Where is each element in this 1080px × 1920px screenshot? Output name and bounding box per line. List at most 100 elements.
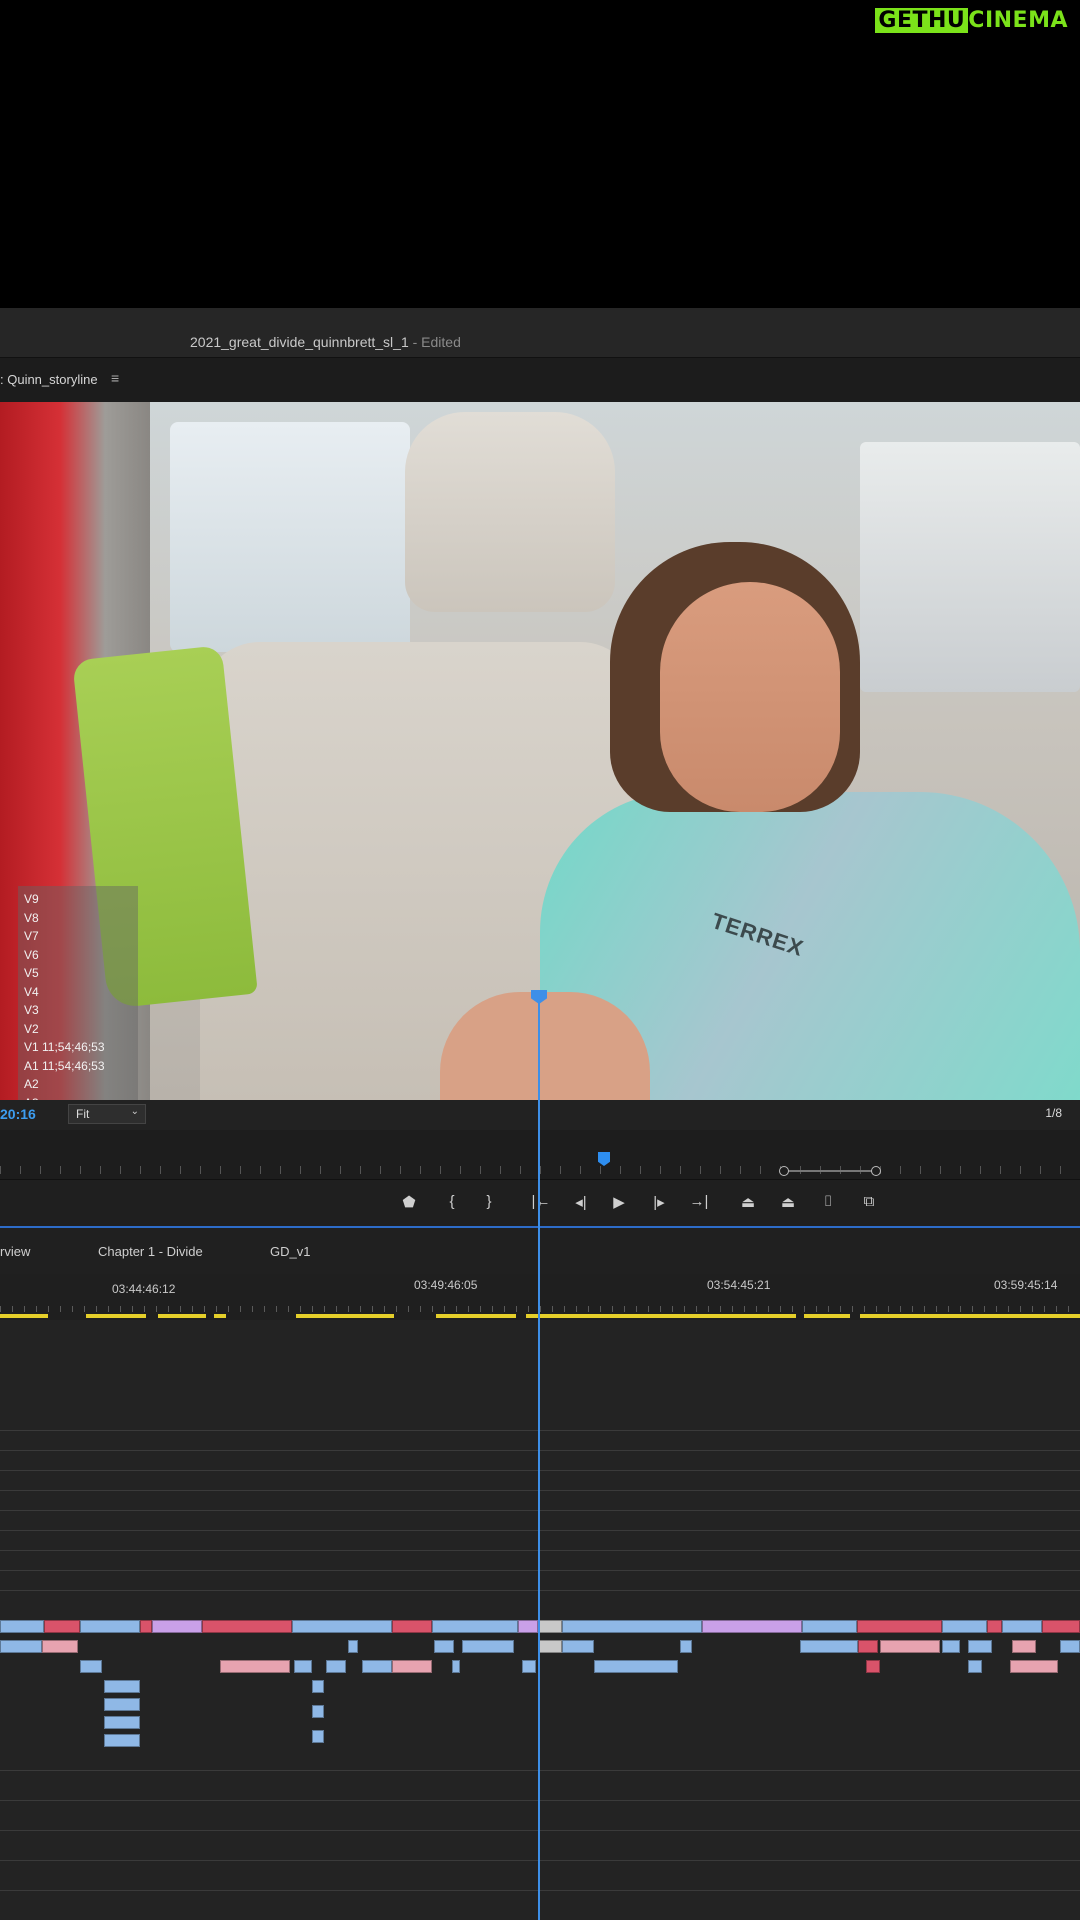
timeline-clip[interactable] xyxy=(392,1620,432,1633)
timeline-clip[interactable] xyxy=(312,1730,324,1743)
timeline-clip[interactable] xyxy=(802,1620,857,1633)
track-overlay-row: V4 xyxy=(24,984,39,999)
timeline-clip[interactable] xyxy=(702,1620,802,1633)
zoom-scroll-bar[interactable] xyxy=(779,1166,881,1176)
timeline-clip[interactable] xyxy=(104,1734,140,1747)
resolution-select[interactable]: 1/8 xyxy=(1045,1106,1062,1120)
timeline-clip[interactable] xyxy=(1002,1620,1042,1633)
timeline-clip[interactable] xyxy=(522,1660,536,1673)
timeline-clip[interactable] xyxy=(44,1620,80,1633)
track-overlay-row: V9 xyxy=(24,892,39,906)
sequence-label[interactable]: : Quinn_storyline xyxy=(0,372,98,387)
sequence-tab[interactable]: rview xyxy=(0,1244,30,1259)
render-bar xyxy=(860,1314,1080,1318)
timeline-clip[interactable] xyxy=(152,1620,202,1633)
timeline-clip[interactable] xyxy=(518,1620,538,1633)
monitor-control-bar: 20:16 Fit ⌄ 1/8 xyxy=(0,1100,1080,1130)
timeline-clip[interactable] xyxy=(432,1620,518,1633)
mark-in-icon[interactable]: { xyxy=(441,1193,463,1210)
export-frame-icon[interactable]: ⌷ xyxy=(817,1193,839,1210)
sequence-tab[interactable]: Chapter 1 - Divide xyxy=(98,1244,203,1259)
timeline-clip[interactable] xyxy=(220,1660,290,1673)
timeline-clip[interactable] xyxy=(942,1640,960,1653)
timeline-clip[interactable] xyxy=(857,1620,942,1633)
timeline-clip[interactable] xyxy=(80,1660,102,1673)
zoom-select[interactable]: Fit ⌄ xyxy=(68,1104,146,1124)
go-to-out-icon[interactable]: →| xyxy=(688,1193,710,1210)
track-overlay-row: V1 11;54;46;53 xyxy=(24,1040,105,1054)
timeline-playhead[interactable] xyxy=(538,1000,540,1920)
watermark-part1: GETHU xyxy=(875,8,969,33)
timeline-clip[interactable] xyxy=(680,1640,692,1653)
timeline-clip[interactable] xyxy=(866,1660,880,1673)
timeline-clip[interactable] xyxy=(1010,1660,1058,1673)
ruler-timecode: 03:49:46:05 xyxy=(414,1278,478,1292)
track-overlay-row: A2 xyxy=(24,1077,39,1091)
compare-view-icon[interactable]: ⧉ xyxy=(858,1193,880,1210)
timeline-clip[interactable] xyxy=(800,1640,858,1653)
extract-icon[interactable]: ⏏ xyxy=(777,1193,799,1211)
timeline-clip[interactable] xyxy=(312,1680,324,1693)
track-divider xyxy=(0,1530,1080,1531)
track-divider xyxy=(0,1770,1080,1771)
timeline-clip[interactable] xyxy=(968,1640,992,1653)
timeline-clip[interactable] xyxy=(538,1640,562,1653)
timeline-clip[interactable] xyxy=(292,1620,392,1633)
knee xyxy=(440,992,650,1100)
premiere-window: 2021_great_divide_quinnbrett_sl_1 - Edit… xyxy=(0,308,1080,1920)
track-divider xyxy=(0,1510,1080,1511)
panel-menu-icon[interactable]: ≡ xyxy=(111,370,119,386)
step-forward-icon[interactable]: |▸ xyxy=(648,1193,670,1211)
lift-icon[interactable]: ⏏ xyxy=(737,1193,759,1211)
transport-controls: ⬟ {} |← ◂| ▶ |▸ →| ⏏ ⏏ ⌷ ⧉ xyxy=(0,1180,1080,1228)
timeline-clip[interactable] xyxy=(42,1640,78,1653)
timeline-ruler[interactable]: 03:44:46:12 03:49:46:05 03:54:45:21 03:59:4… xyxy=(0,1274,1080,1320)
timeline-clip[interactable] xyxy=(104,1698,140,1711)
timeline-clip[interactable] xyxy=(294,1660,312,1673)
play-icon[interactable]: ▶ xyxy=(608,1193,630,1211)
title-bar: 2021_great_divide_quinnbrett_sl_1 - Edit… xyxy=(0,308,1080,358)
timeline-clip[interactable] xyxy=(202,1620,292,1633)
timeline-clip[interactable] xyxy=(362,1660,392,1673)
go-to-in-icon[interactable]: |← xyxy=(530,1193,552,1210)
timeline-clip[interactable] xyxy=(562,1620,702,1633)
timeline-clip[interactable] xyxy=(987,1620,1002,1633)
timeline-clip[interactable] xyxy=(434,1640,454,1653)
add-marker-icon[interactable]: ⬟ xyxy=(398,1193,420,1211)
timeline-clip[interactable] xyxy=(452,1660,460,1673)
sequence-tab[interactable]: GD_v1 xyxy=(270,1244,310,1259)
timeline-clip[interactable] xyxy=(104,1680,140,1693)
edited-flag: - Edited xyxy=(408,334,461,350)
timeline-clip[interactable] xyxy=(968,1660,982,1673)
playhead-timecode[interactable]: 20:16 xyxy=(0,1106,36,1122)
ruler-timecode: 03:59:45:14 xyxy=(994,1278,1058,1292)
timeline-clip[interactable] xyxy=(538,1620,562,1633)
playhead-marker-icon[interactable] xyxy=(598,1152,610,1166)
mark-out-icon[interactable]: } xyxy=(478,1193,500,1210)
timeline-clip[interactable] xyxy=(858,1640,878,1653)
monitor-scrubber[interactable] xyxy=(0,1130,1080,1180)
timeline-clip[interactable] xyxy=(392,1660,432,1673)
step-back-icon[interactable]: ◂| xyxy=(570,1193,592,1211)
timeline-clip[interactable] xyxy=(562,1640,594,1653)
timeline-clip[interactable] xyxy=(140,1620,152,1633)
ruler-ticks xyxy=(0,1306,1080,1312)
timeline-clip[interactable] xyxy=(104,1716,140,1729)
timeline-clip[interactable] xyxy=(942,1620,987,1633)
timeline-clip[interactable] xyxy=(1042,1620,1080,1633)
timeline-clip[interactable] xyxy=(348,1640,358,1653)
timeline-clip[interactable] xyxy=(80,1620,140,1633)
timeline-clip[interactable] xyxy=(0,1640,42,1653)
timeline-clip[interactable] xyxy=(594,1660,678,1673)
timeline-tracks[interactable] xyxy=(0,1320,1080,1920)
timeline-clip[interactable] xyxy=(880,1640,940,1653)
watermark-logo: GETHU CINEMA xyxy=(875,8,1068,33)
document-name: 2021_great_divide_quinnbrett_sl_1 xyxy=(190,334,409,350)
timeline-clip[interactable] xyxy=(1012,1640,1036,1653)
face xyxy=(660,582,840,812)
timeline-clip[interactable] xyxy=(0,1620,44,1633)
timeline-clip[interactable] xyxy=(312,1705,324,1718)
timeline-clip[interactable] xyxy=(1060,1640,1080,1653)
timeline-clip[interactable] xyxy=(326,1660,346,1673)
timeline-clip[interactable] xyxy=(462,1640,514,1653)
